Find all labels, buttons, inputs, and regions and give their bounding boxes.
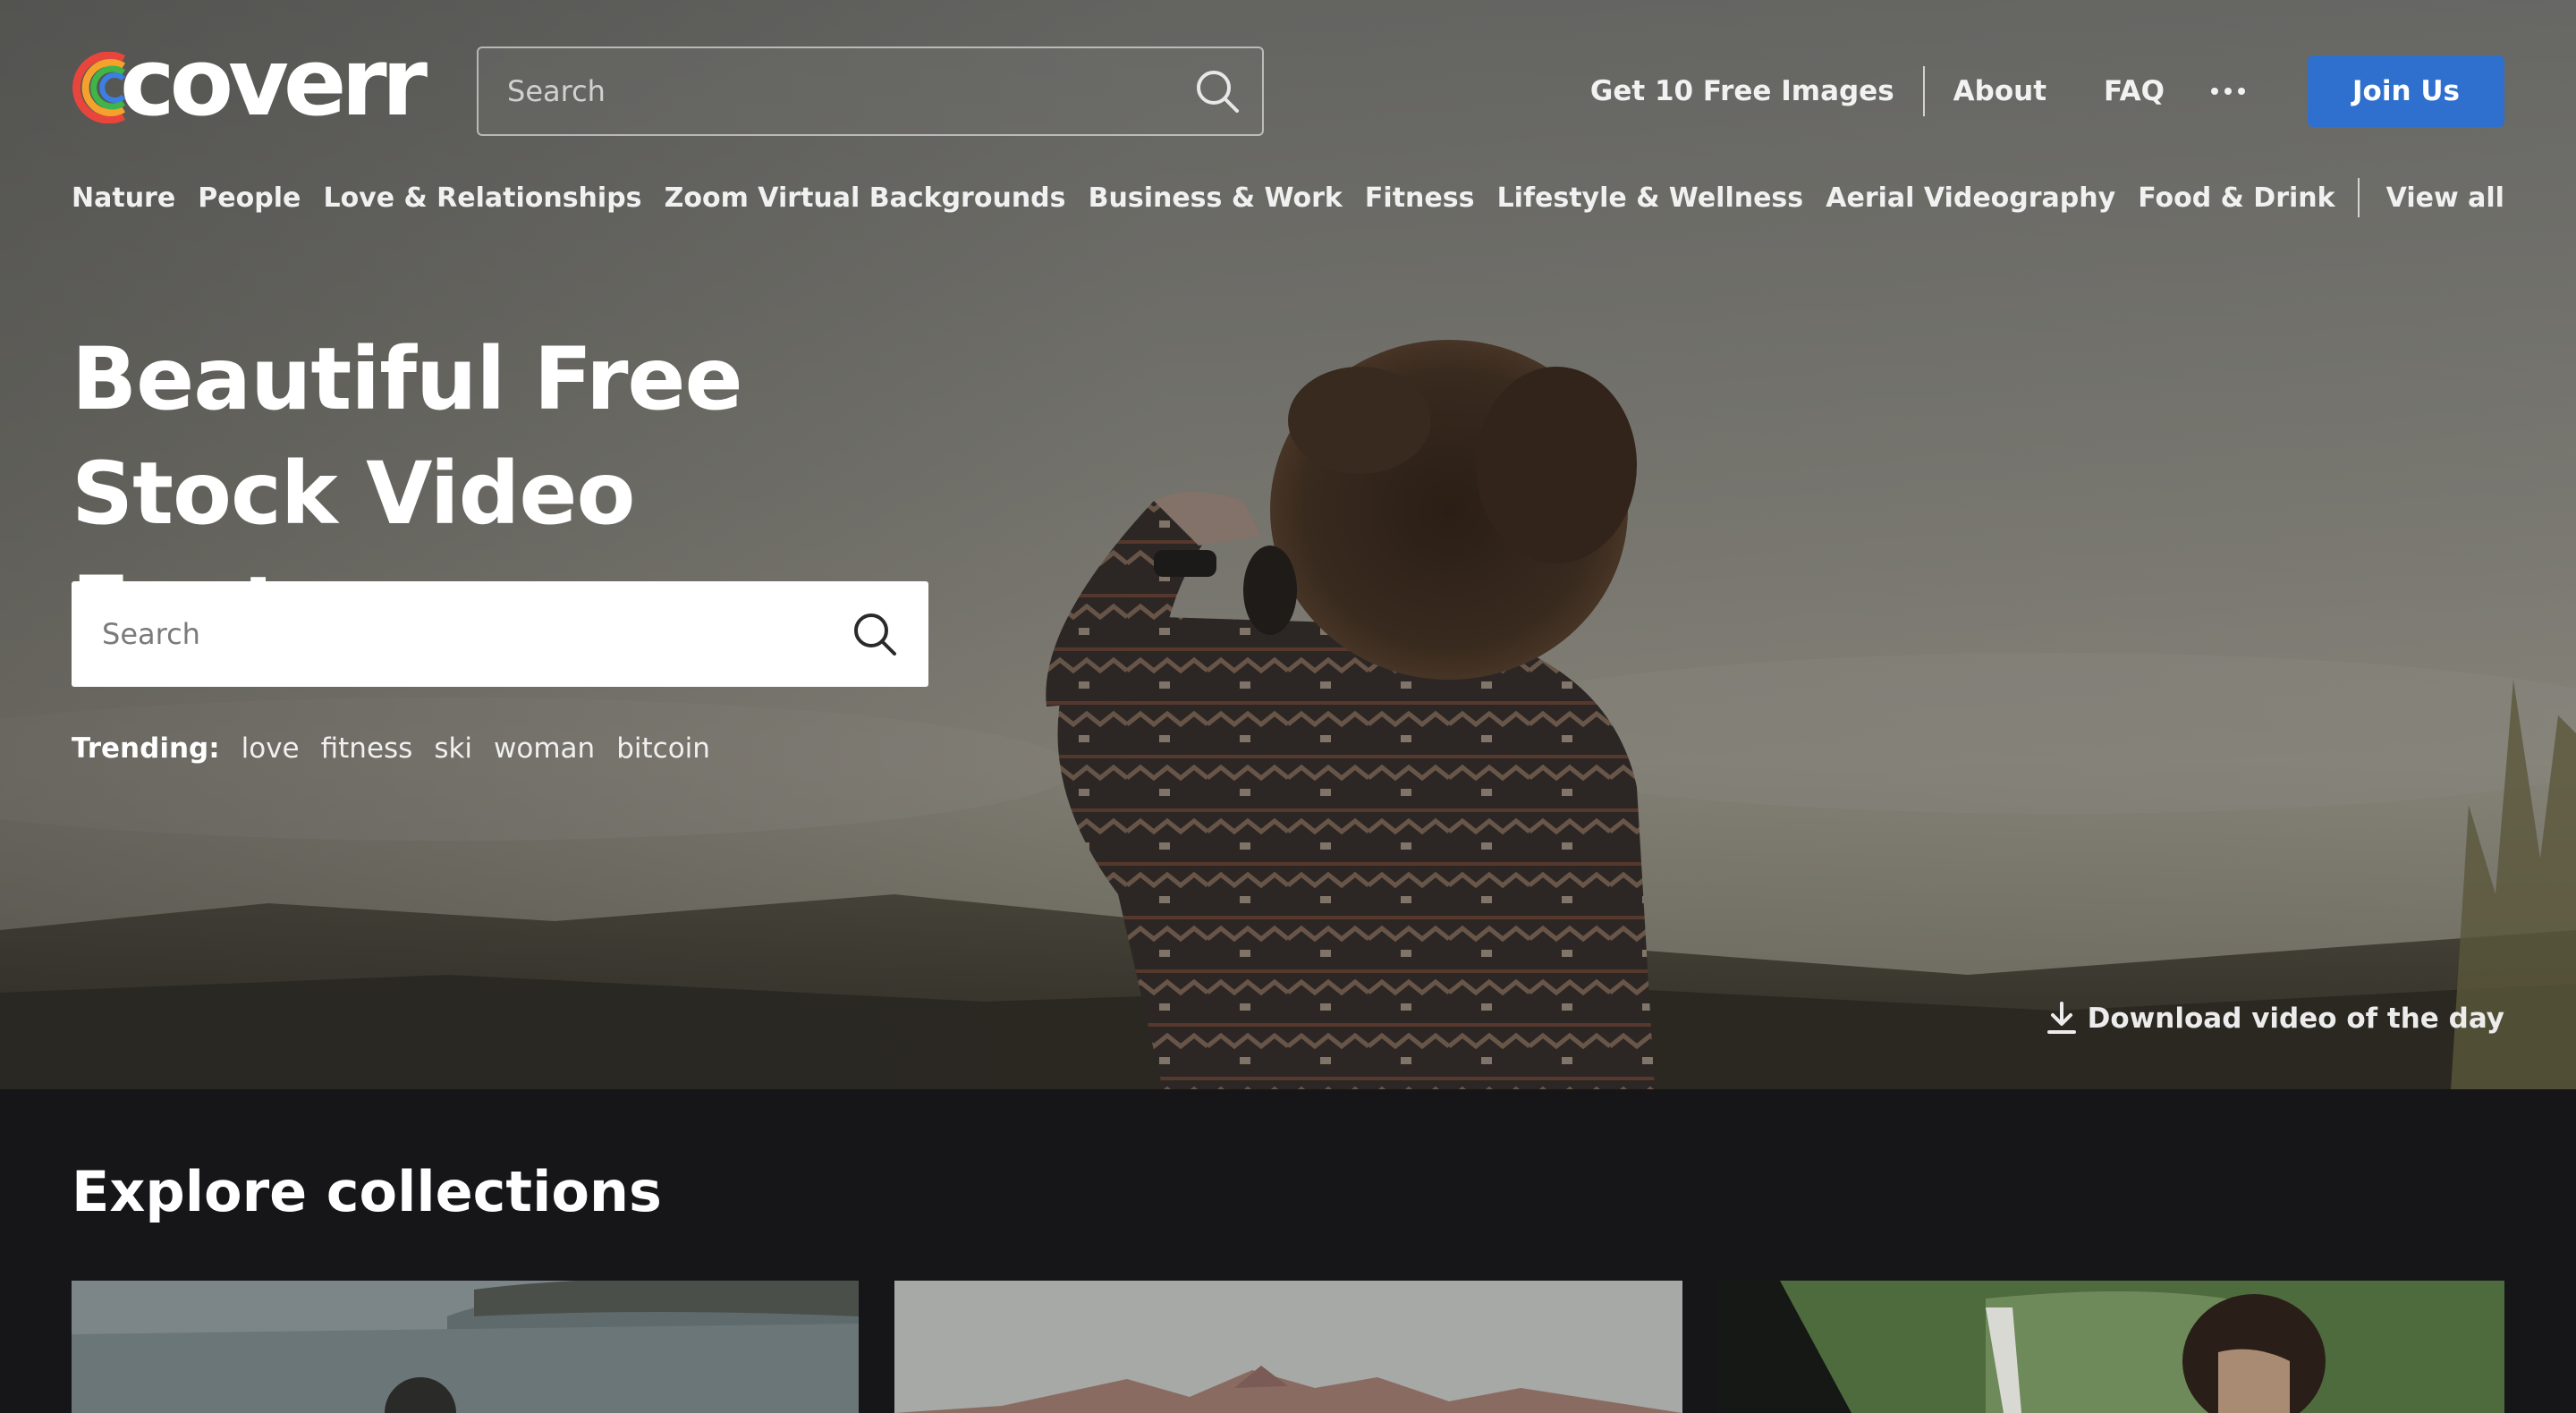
search-icon	[1197, 71, 1239, 113]
download-video-of-day-link[interactable]: Download video of the day	[2046, 996, 2504, 1041]
collection-card[interactable]	[1717, 1281, 2504, 1413]
category-nav: Nature People Love & Relationships Zoom …	[72, 175, 2504, 220]
trending-tag-love[interactable]: love	[242, 732, 300, 765]
logo-wordmark: coverr	[120, 28, 428, 137]
trending-bar: Trending: love fitness ski woman bitcoin	[72, 726, 710, 771]
collection-thumbnail	[72, 1281, 859, 1413]
download-video-label: Download video of the day	[2087, 1003, 2504, 1035]
trending-tag-fitness[interactable]: fitness	[321, 732, 413, 765]
header-search-box[interactable]	[477, 47, 1264, 136]
header-search-button[interactable]	[1173, 48, 1262, 134]
category-nature[interactable]: Nature	[72, 182, 175, 214]
header-search-input[interactable]	[479, 48, 1173, 134]
category-food-drink[interactable]: Food & Drink	[2138, 182, 2334, 214]
get-free-images-link[interactable]: Get 10 Free Images	[1590, 75, 1894, 107]
hero-search-input[interactable]	[72, 581, 821, 687]
collection-thumbnail	[1717, 1281, 2504, 1413]
search-icon	[854, 613, 896, 656]
category-aerial-videography[interactable]: Aerial Videography	[1826, 182, 2115, 214]
category-business-work[interactable]: Business & Work	[1089, 182, 1343, 214]
category-lifestyle-wellness[interactable]: Lifestyle & Wellness	[1497, 182, 1804, 214]
category-zoom-virtual-backgrounds[interactable]: Zoom Virtual Backgrounds	[665, 182, 1066, 214]
collection-card[interactable]	[72, 1281, 859, 1413]
trending-tag-bitcoin[interactable]: bitcoin	[616, 732, 710, 765]
view-all-link[interactable]: View all	[2386, 182, 2504, 214]
collection-thumbnail	[894, 1281, 1682, 1413]
download-icon	[2046, 1002, 2076, 1034]
trending-tag-ski[interactable]: ski	[434, 732, 472, 765]
category-love-relationships[interactable]: Love & Relationships	[323, 182, 641, 214]
about-link[interactable]: About	[1953, 75, 2046, 107]
collection-card[interactable]	[894, 1281, 1682, 1413]
nav-divider	[2357, 178, 2360, 217]
category-people[interactable]: People	[198, 182, 301, 214]
rainbow-c-logo-icon	[72, 52, 125, 123]
header-links: Get 10 Free Images About FAQ Join Us	[1590, 55, 2504, 127]
header-divider	[1922, 66, 1925, 116]
category-fitness[interactable]: Fitness	[1365, 182, 1475, 214]
view-all-group: View all	[2357, 178, 2504, 217]
faq-link[interactable]: FAQ	[2104, 75, 2165, 107]
trending-label: Trending:	[72, 732, 220, 765]
collections-title: Explore collections	[72, 1159, 662, 1224]
more-dots-icon[interactable]	[2211, 73, 2245, 109]
coverr-logo[interactable]: coverr	[72, 36, 428, 131]
hero-search-button[interactable]	[821, 581, 928, 687]
trending-tag-woman[interactable]: woman	[494, 732, 595, 765]
hero-search-box[interactable]	[72, 581, 928, 687]
join-us-button[interactable]: Join Us	[2308, 55, 2504, 127]
